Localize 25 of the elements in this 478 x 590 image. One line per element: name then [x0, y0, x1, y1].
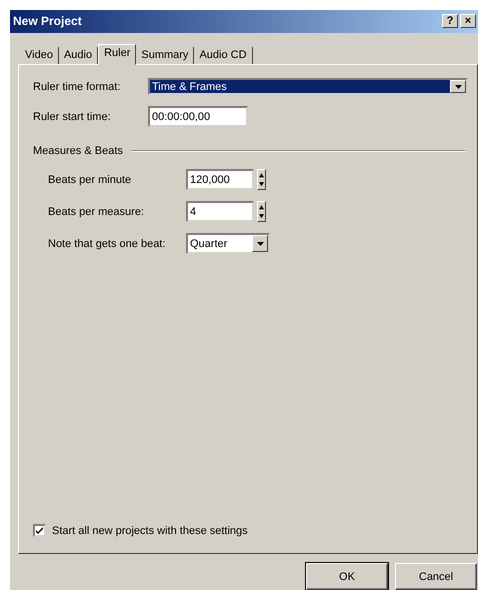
- check-icon: [36, 527, 43, 534]
- note-dropdown[interactable]: Quarter: [186, 233, 270, 254]
- group-title: Measures & Beats: [33, 144, 123, 157]
- tab[interactable]: Summary: [136, 46, 194, 64]
- field-label: Note that gets one beat:: [48, 238, 166, 250]
- ok-button[interactable]: OK: [306, 563, 388, 590]
- window-title: New Project: [13, 14, 83, 28]
- field-label: Ruler start time:: [33, 110, 112, 123]
- field-label: Ruler time format:: [33, 80, 122, 93]
- tab[interactable]: Ruler: [98, 44, 136, 65]
- field-label: Beats per measure:: [48, 206, 145, 218]
- time-format-dropdown[interactable]: Time & Frames: [148, 78, 468, 96]
- number-field[interactable]: 4: [186, 201, 254, 222]
- tab[interactable]: Video: [20, 46, 59, 64]
- spinner-arrows-icon[interactable]: [257, 169, 266, 190]
- checkbox[interactable]: [33, 524, 46, 537]
- tab[interactable]: Audio CD: [194, 46, 253, 64]
- number-field[interactable]: 120,000: [186, 169, 254, 190]
- close-button[interactable]: ×: [460, 14, 476, 28]
- field-label: Beats per minute: [48, 174, 132, 186]
- start-time-field[interactable]: 00:00:00,00: [148, 106, 248, 128]
- cancel-button[interactable]: Cancel: [395, 563, 477, 590]
- spinner-arrows-icon[interactable]: [257, 201, 266, 222]
- help-button[interactable]: ?: [442, 14, 458, 28]
- checkbox-label: Start all new projects with these settings: [52, 524, 248, 536]
